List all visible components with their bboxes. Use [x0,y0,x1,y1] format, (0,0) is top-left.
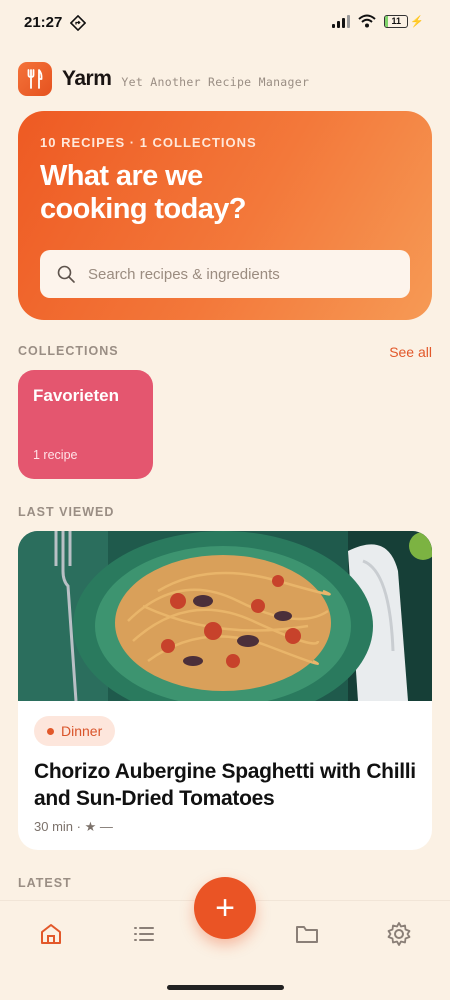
collection-count: 1 recipe [33,448,78,462]
settings-icon [387,922,411,946]
latest-heading: LATEST [18,876,72,890]
collection-card[interactable]: Favorieten 1 recipe [18,370,153,479]
tab-list[interactable] [129,919,159,949]
battery-icon: 11 ⚡ [384,14,424,28]
app-header: Yarm Yet Another Recipe Manager [18,62,309,96]
collection-name: Favorieten [33,386,119,405]
charging-icon: ⚡ [410,15,424,28]
app-name: Yarm [62,67,112,90]
search-icon [57,265,75,283]
tab-collections[interactable] [292,919,322,949]
add-recipe-button[interactable]: + [194,877,256,939]
home-indicator[interactable] [167,985,284,990]
app-tagline: Yet Another Recipe Manager [121,75,310,89]
hero-title-line-2: cooking today? [40,193,246,225]
recipe-title: Chorizo Aubergine Spaghetti with Chilli … [34,760,416,810]
status-time: 21:27 [24,14,63,31]
see-all-link[interactable]: See all [389,344,432,360]
recipe-count-summary: 10 RECIPES · 1 COLLECTIONS [40,135,257,150]
home-icon [41,924,61,944]
status-bar: 21:27 11 ⚡ [0,0,450,46]
fork-knife-icon [27,69,43,89]
hero-card: 10 RECIPES · 1 COLLECTIONS What are we c… [18,111,432,320]
battery-level: 11 [391,15,402,26]
folder-icon [296,926,318,943]
recipe-image[interactable] [18,531,432,701]
navigation-icon [70,15,86,31]
add-icon: + [215,889,235,927]
wifi-icon [358,14,376,28]
category-tag-label: Dinner [61,723,103,739]
hero-title: What are we cooking today? [40,160,410,226]
app-logo [18,62,52,96]
signal-icon [332,14,351,28]
list-icon [134,927,154,941]
search-input[interactable] [88,265,388,283]
collections-heading: COLLECTIONS [18,344,119,358]
tab-home[interactable] [36,919,66,949]
hero-title-line-1: What are we [40,160,203,192]
category-tag[interactable]: Dinner [34,716,116,746]
recipe-card[interactable]: Dinner Chorizo Aubergine Spaghetti with … [18,531,432,850]
last-viewed-heading: LAST VIEWED [18,505,115,519]
search-box[interactable] [40,250,410,298]
tag-dot-icon [47,727,54,735]
tab-settings[interactable] [384,919,414,949]
recipe-meta: 30 min · ★ — [34,819,113,834]
